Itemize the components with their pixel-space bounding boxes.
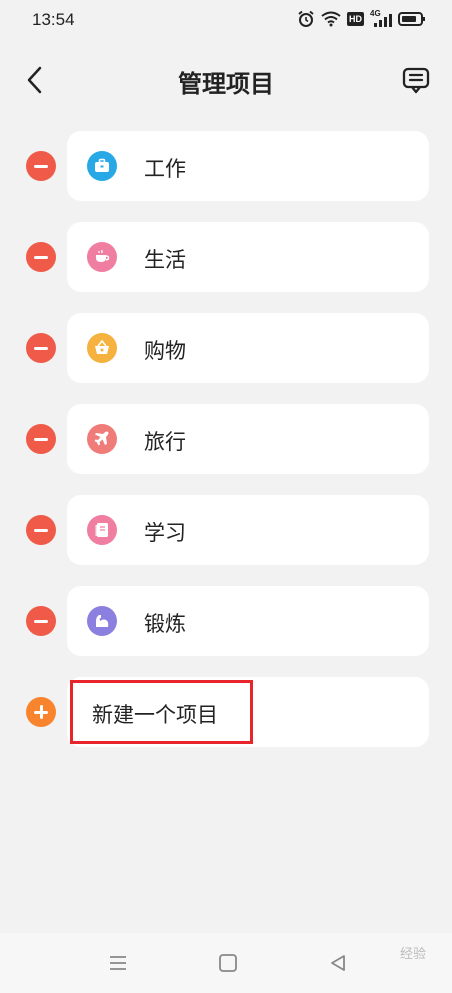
home-button[interactable]: [218, 953, 238, 977]
remove-button[interactable]: [26, 515, 56, 545]
wifi-icon: [321, 11, 341, 27]
navigation-bar: 经验: [0, 933, 452, 993]
add-button[interactable]: [26, 697, 56, 727]
remove-button[interactable]: [26, 242, 56, 272]
briefcase-icon: [87, 151, 117, 181]
home-square-icon: [219, 954, 237, 972]
alarm-icon: [298, 10, 314, 27]
muscle-icon: [87, 606, 117, 636]
list-item: 工作: [0, 131, 452, 201]
item-label: 购物: [144, 339, 186, 363]
list-item: 学习: [0, 495, 452, 565]
back-nav-button[interactable]: [328, 953, 348, 977]
status-bar: 13:54 HD 4G: [0, 0, 452, 40]
menu-icon: [110, 956, 126, 970]
cup-icon: [87, 242, 117, 272]
item-card[interactable]: 工作: [67, 131, 429, 201]
feedback-icon: [402, 67, 430, 94]
highlight-box: [70, 680, 253, 744]
status-time: 13:54: [32, 10, 75, 29]
status-icons: HD 4G: [297, 9, 426, 28]
feedback-button[interactable]: [400, 64, 432, 96]
signal-4g-icon: 4G: [370, 9, 392, 27]
menu-button[interactable]: [108, 953, 128, 977]
list-item: 购物: [0, 313, 452, 383]
hd-icon: HD: [347, 12, 364, 26]
battery-icon: [398, 12, 425, 26]
item-label: 学习: [144, 521, 186, 545]
remove-button[interactable]: [26, 333, 56, 363]
item-card[interactable]: 学习: [67, 495, 429, 565]
item-card[interactable]: 生活: [67, 222, 429, 292]
header: 管理项目: [0, 50, 452, 110]
list-item: 生活: [0, 222, 452, 292]
remove-button[interactable]: [26, 424, 56, 454]
item-card[interactable]: 锻炼: [67, 586, 429, 656]
watermark: 经验: [399, 947, 426, 962]
back-triangle-icon: [331, 955, 345, 971]
item-label: 锻炼: [144, 612, 186, 636]
item-label: 工作: [144, 157, 186, 181]
item-label: 生活: [144, 248, 186, 272]
item-label: 旅行: [144, 430, 186, 454]
remove-button[interactable]: [26, 606, 56, 636]
item-card[interactable]: 购物: [67, 313, 429, 383]
page-title: 管理项目: [178, 70, 274, 98]
item-card[interactable]: 旅行: [67, 404, 429, 474]
list-item: 旅行: [0, 404, 452, 474]
airplane-icon: [87, 424, 117, 454]
book-icon: [87, 515, 117, 545]
remove-button[interactable]: [26, 151, 56, 181]
basket-icon: [87, 333, 117, 363]
list-item: 锻炼: [0, 586, 452, 656]
